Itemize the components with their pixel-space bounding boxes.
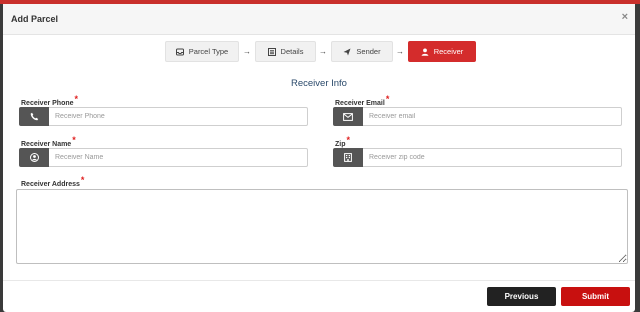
section-title: Receiver Info <box>291 78 347 89</box>
phone-icon <box>19 107 49 126</box>
step-label: Receiver <box>433 47 464 56</box>
required-mark: * <box>346 135 351 145</box>
receiver-address-textarea[interactable] <box>16 189 628 264</box>
step-parcel-type[interactable]: Parcel Type <box>165 41 239 62</box>
receiver-name-label: Receiver Name* <box>21 135 76 148</box>
add-parcel-modal: Add Parcel × Parcel Type → Details → Sen… <box>3 4 635 312</box>
receiver-phone-label: Receiver Phone* <box>21 94 79 107</box>
receiver-name-input[interactable] <box>49 148 308 167</box>
zip-group <box>333 148 622 167</box>
step-sender[interactable]: Sender <box>331 41 393 62</box>
step-arrow: → <box>243 47 251 56</box>
submit-button[interactable]: Submit <box>561 287 630 306</box>
required-mark: * <box>385 94 390 104</box>
previous-button[interactable]: Previous <box>487 287 556 306</box>
inbox-icon <box>175 48 184 56</box>
receiver-email-label: Receiver Email* <box>335 94 390 107</box>
receiver-email-label-text: Receiver Email <box>335 100 385 107</box>
footer-divider <box>3 280 635 281</box>
zip-input[interactable] <box>363 148 622 167</box>
step-label: Sender <box>356 47 381 56</box>
user-circle-icon <box>19 148 49 167</box>
receiver-phone-input[interactable] <box>49 107 308 126</box>
receiver-phone-label-text: Receiver Phone <box>21 100 74 107</box>
zip-label-text: Zip <box>335 141 346 148</box>
step-label: Details <box>280 47 304 56</box>
required-mark: * <box>74 94 79 104</box>
zip-label: Zip* <box>335 135 351 148</box>
step-details[interactable]: Details <box>255 41 316 62</box>
envelope-icon <box>333 107 363 126</box>
receiver-email-input[interactable] <box>363 107 622 126</box>
step-arrow: → <box>396 47 404 56</box>
building-icon <box>333 148 363 167</box>
close-icon[interactable]: × <box>622 12 628 23</box>
receiver-name-group <box>19 148 308 167</box>
receiver-email-group <box>333 107 622 126</box>
receiver-address-label: Receiver Address* <box>21 175 85 188</box>
list-icon <box>267 47 276 56</box>
receiver-phone-group <box>19 107 308 126</box>
required-mark: * <box>80 175 85 185</box>
send-icon <box>343 48 351 56</box>
modal-title: Add Parcel <box>11 14 59 24</box>
receiver-address-label-text: Receiver Address <box>21 181 80 188</box>
step-arrow: → <box>319 47 327 56</box>
user-icon <box>421 48 429 56</box>
step-label: Parcel Type <box>188 47 229 56</box>
required-mark: * <box>72 135 76 145</box>
modal-header: Add Parcel × <box>3 4 635 35</box>
receiver-name-label-text: Receiver Name <box>21 141 72 148</box>
step-receiver[interactable]: Receiver <box>408 41 476 62</box>
